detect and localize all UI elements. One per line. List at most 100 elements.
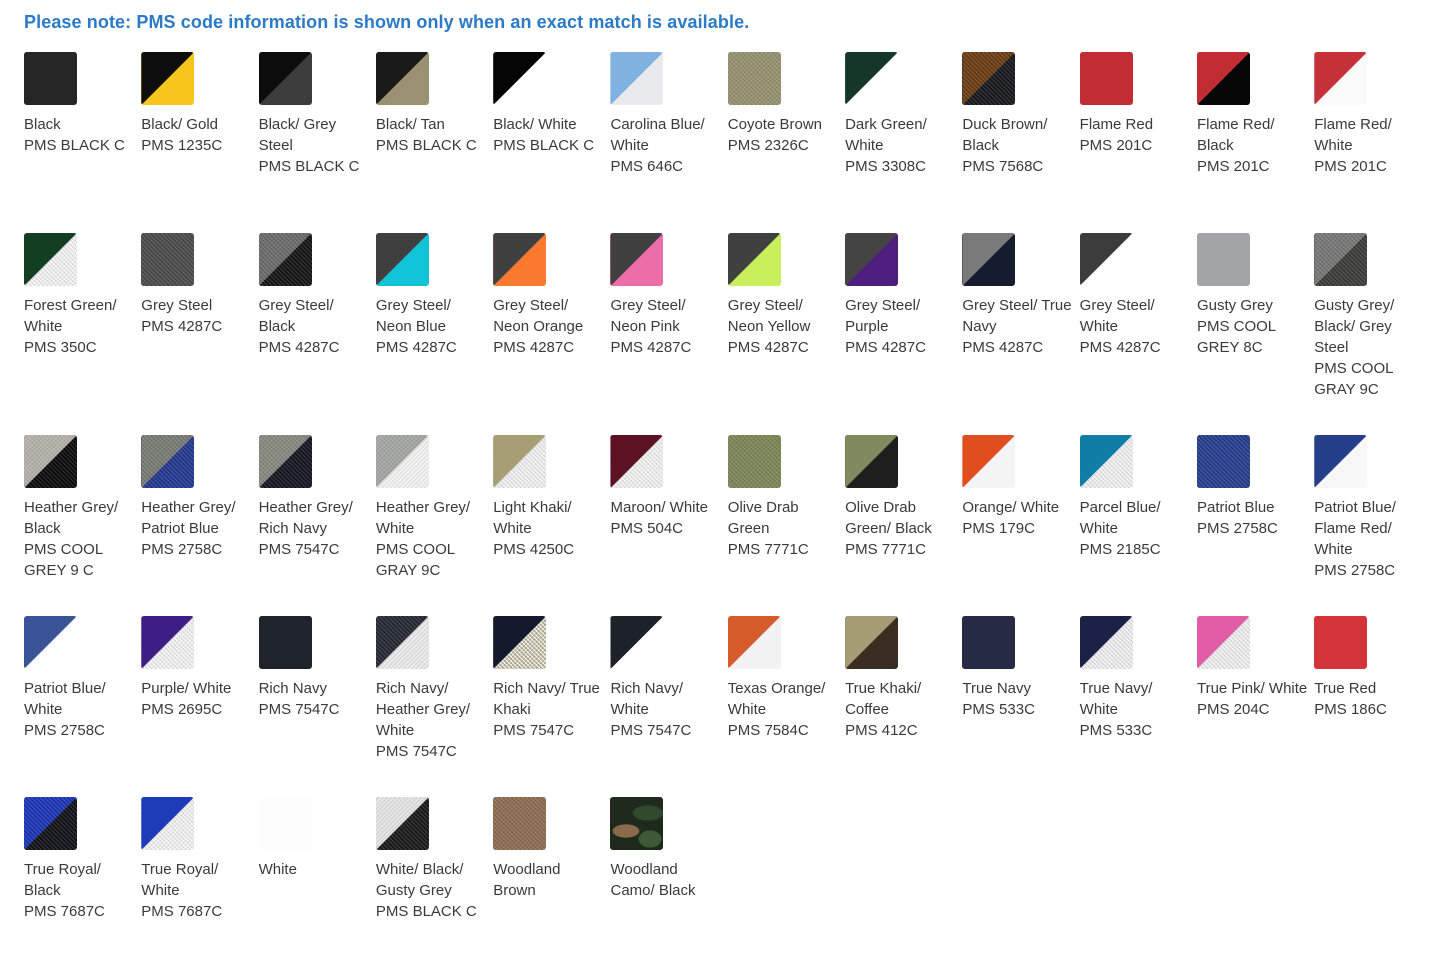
color-swatch[interactable]: [24, 52, 77, 105]
color-option[interactable]: Parcel Blue/ White PMS 2185C: [1079, 435, 1197, 616]
color-option[interactable]: Grey Steel/ Neon Pink PMS 4287C: [610, 233, 727, 435]
color-swatch[interactable]: [375, 797, 429, 850]
color-option[interactable]: Olive Drab Green PMS 7771C: [727, 435, 845, 616]
color-option[interactable]: Patriot Blue/ White PMS 2758C: [24, 616, 141, 797]
color-option[interactable]: Black/ Grey Steel PMS BLACK C: [258, 52, 376, 233]
color-swatch[interactable]: [1079, 616, 1133, 669]
color-swatch[interactable]: [845, 435, 899, 488]
color-option[interactable]: Light Khaki/ White PMS 4250C: [493, 435, 610, 616]
color-swatch[interactable]: [962, 435, 1016, 488]
color-swatch[interactable]: [141, 616, 195, 669]
color-swatch[interactable]: [1314, 52, 1368, 105]
color-swatch[interactable]: [1079, 233, 1133, 286]
color-option[interactable]: White/ Black/ Gusty Grey PMS BLACK C: [375, 797, 493, 947]
color-swatch[interactable]: [258, 435, 312, 488]
color-option[interactable]: Rich Navy/ White PMS 7547C: [610, 616, 727, 797]
color-swatch[interactable]: [845, 616, 899, 669]
color-swatch[interactable]: [493, 52, 547, 105]
color-swatch[interactable]: [727, 52, 781, 105]
color-option[interactable]: Carolina Blue/ White PMS 646C: [610, 52, 727, 233]
color-option[interactable]: Grey Steel/ Black PMS 4287C: [258, 233, 376, 435]
color-swatch[interactable]: [727, 233, 781, 286]
color-option[interactable]: True Pink/ White PMS 204C: [1196, 616, 1314, 797]
color-option[interactable]: Flame Red/ Black PMS 201C: [1196, 52, 1314, 233]
color-swatch[interactable]: [141, 52, 195, 105]
color-option[interactable]: Black PMS BLACK C: [24, 52, 141, 233]
color-option[interactable]: Grey Steel/ Purple PMS 4287C: [845, 233, 962, 435]
color-swatch[interactable]: [493, 435, 547, 488]
color-swatch[interactable]: [24, 797, 77, 850]
color-option[interactable]: True Khaki/ Coffee PMS 412C: [845, 616, 962, 797]
color-swatch[interactable]: [141, 435, 195, 488]
color-swatch[interactable]: [258, 616, 312, 669]
color-option[interactable]: Flame Red/ White PMS 201C: [1314, 52, 1431, 233]
color-option[interactable]: Purple/ White PMS 2695C: [141, 616, 258, 797]
color-swatch[interactable]: [1079, 435, 1133, 488]
color-swatch[interactable]: [845, 233, 899, 286]
color-swatch[interactable]: [375, 435, 429, 488]
color-option[interactable]: Heather Grey/ Patriot Blue PMS 2758C: [141, 435, 258, 616]
color-swatch[interactable]: [610, 435, 664, 488]
color-option[interactable]: White: [258, 797, 376, 947]
color-swatch[interactable]: [1196, 616, 1250, 669]
color-swatch[interactable]: [258, 233, 312, 286]
color-option[interactable]: Grey Steel PMS 4287C: [141, 233, 258, 435]
color-option[interactable]: Flame Red PMS 201C: [1079, 52, 1197, 233]
color-swatch[interactable]: [141, 233, 195, 286]
color-option[interactable]: Black/ Gold PMS 1235C: [141, 52, 258, 233]
color-option[interactable]: Grey Steel/ Neon Orange PMS 4287C: [493, 233, 610, 435]
color-option[interactable]: Duck Brown/ Black PMS 7568C: [962, 52, 1079, 233]
color-swatch[interactable]: [493, 797, 547, 850]
color-swatch[interactable]: [1079, 52, 1133, 105]
color-option[interactable]: Texas Orange/ White PMS 7584C: [727, 616, 845, 797]
color-option[interactable]: Heather Grey/ Rich Navy PMS 7547C: [258, 435, 376, 616]
color-option[interactable]: True Red PMS 186C: [1314, 616, 1431, 797]
color-option[interactable]: Grey Steel/ White PMS 4287C: [1079, 233, 1197, 435]
color-swatch[interactable]: [493, 616, 547, 669]
color-swatch[interactable]: [727, 435, 781, 488]
color-option[interactable]: Heather Grey/ White PMS COOL GRAY 9C: [375, 435, 493, 616]
color-option[interactable]: True Royal/ White PMS 7687C: [141, 797, 258, 947]
color-option[interactable]: Maroon/ White PMS 504C: [610, 435, 727, 616]
color-swatch[interactable]: [1196, 233, 1250, 286]
color-option[interactable]: Rich Navy/ Heather Grey/ White PMS 7547C: [375, 616, 493, 797]
color-swatch[interactable]: [610, 797, 664, 850]
color-swatch[interactable]: [727, 616, 781, 669]
color-swatch[interactable]: [258, 797, 312, 850]
color-swatch[interactable]: [1196, 435, 1250, 488]
color-swatch[interactable]: [1196, 52, 1250, 105]
color-option[interactable]: Forest Green/ White PMS 350C: [24, 233, 141, 435]
color-option[interactable]: Woodland Camo/ Black: [610, 797, 727, 947]
color-option[interactable]: Dark Green/ White PMS 3308C: [845, 52, 962, 233]
color-swatch[interactable]: [1314, 233, 1368, 286]
color-swatch[interactable]: [962, 233, 1016, 286]
color-option[interactable]: Coyote Brown PMS 2326C: [727, 52, 845, 233]
color-option[interactable]: Black/ White PMS BLACK C: [493, 52, 610, 233]
color-swatch[interactable]: [845, 52, 899, 105]
color-swatch[interactable]: [141, 797, 195, 850]
color-option[interactable]: Rich Navy PMS 7547C: [258, 616, 376, 797]
color-swatch[interactable]: [962, 52, 1016, 105]
color-option[interactable]: Olive Drab Green/ Black PMS 7771C: [845, 435, 962, 616]
color-option[interactable]: Woodland Brown: [493, 797, 610, 947]
color-swatch[interactable]: [493, 233, 547, 286]
color-swatch[interactable]: [1314, 435, 1368, 488]
color-option[interactable]: Black/ Tan PMS BLACK C: [375, 52, 493, 233]
color-option[interactable]: Gusty Grey PMS COOL GREY 8C: [1196, 233, 1314, 435]
color-option[interactable]: Heather Grey/ Black PMS COOL GREY 9 C: [24, 435, 141, 616]
color-swatch[interactable]: [375, 52, 429, 105]
color-option[interactable]: Patriot Blue/ Flame Red/ White PMS 2758C: [1314, 435, 1431, 616]
color-swatch[interactable]: [962, 616, 1016, 669]
color-option[interactable]: Grey Steel/ True Navy PMS 4287C: [962, 233, 1079, 435]
color-swatch[interactable]: [258, 52, 312, 105]
color-option[interactable]: Gusty Grey/ Black/ Grey Steel PMS COOL GR…: [1314, 233, 1431, 435]
color-option[interactable]: True Royal/ Black PMS 7687C: [24, 797, 141, 947]
color-swatch[interactable]: [610, 52, 664, 105]
color-swatch[interactable]: [24, 616, 77, 669]
color-option[interactable]: True Navy PMS 533C: [962, 616, 1079, 797]
color-option[interactable]: Patriot Blue PMS 2758C: [1196, 435, 1314, 616]
color-swatch[interactable]: [1314, 616, 1368, 669]
color-option[interactable]: True Navy/ White PMS 533C: [1079, 616, 1197, 797]
color-option[interactable]: Rich Navy/ True Khaki PMS 7547C: [493, 616, 610, 797]
color-option[interactable]: Orange/ White PMS 179C: [962, 435, 1079, 616]
